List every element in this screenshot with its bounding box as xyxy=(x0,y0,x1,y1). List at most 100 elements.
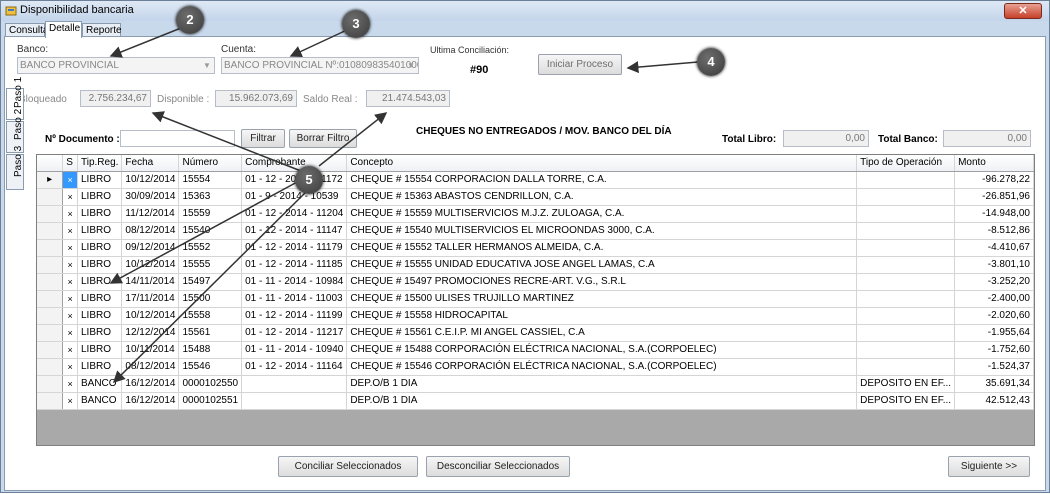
cell-concepto: CHEQUE # 15559 MULTISERVICIOS M.J.Z. ZUL… xyxy=(346,205,858,223)
cell-numero: 15488 xyxy=(178,341,243,359)
table-row[interactable]: × LIBRO 11/12/2014 15559 01 - 12 - 2014 - 11… xyxy=(37,205,1034,223)
cell-tip: LIBRO xyxy=(77,171,123,189)
cell-tipo xyxy=(856,239,956,257)
table-row[interactable]: × LIBRO 30/09/2014 15363 01 - 9 - 2014 - 105… xyxy=(37,188,1034,206)
column-header[interactable]: Tipo de Operación xyxy=(856,155,956,172)
cell-s[interactable]: × xyxy=(62,273,78,291)
iniciar-proceso-button[interactable]: Iniciar Proceso xyxy=(538,54,622,75)
column-header[interactable]: Comprobante xyxy=(241,155,348,172)
column-header[interactable]: Tip.Reg. xyxy=(77,155,123,172)
annotation-marker: 5 xyxy=(295,166,323,194)
close-button[interactable]: ✕ xyxy=(1004,3,1042,19)
desconciliar-seleccionados-button[interactable]: Desconciliar Seleccionados xyxy=(426,456,570,477)
cell-concepto: CHEQUE # 15363 ABASTOS CENDRILLON, C.A. xyxy=(346,188,858,206)
tab-paso-3[interactable]: Paso 3 xyxy=(6,146,24,190)
cell-s[interactable]: × xyxy=(62,324,78,342)
table-row[interactable]: × BANCO 16/12/2014 0000102550 DEP.O/B 1 DIA D… xyxy=(37,375,1034,393)
documento-input[interactable] xyxy=(120,130,235,147)
table-row[interactable]: ▸ × LIBRO 10/12/2014 15554 01 - 12 - 2014 - 1… xyxy=(37,171,1034,189)
table-row[interactable]: × LIBRO 14/11/2014 15497 01 - 11 - 2014 - 10… xyxy=(37,273,1034,291)
row-header[interactable] xyxy=(37,324,64,342)
total-banco-label: Total Banco: xyxy=(878,134,938,145)
cell-numero: 15558 xyxy=(178,307,243,325)
cell-s[interactable]: × xyxy=(62,171,78,189)
row-header[interactable] xyxy=(37,222,64,240)
cell-s[interactable]: × xyxy=(62,222,78,240)
row-header[interactable] xyxy=(37,392,64,410)
cell-s[interactable]: × xyxy=(62,239,78,257)
banco-select-value: BANCO PROVINCIAL xyxy=(20,60,119,71)
cell-concepto: CHEQUE # 15561 C.E.I.P. MI ANGEL CASSIEL… xyxy=(346,324,858,342)
cell-comp: 01 - 12 - 2014 - 11147 xyxy=(241,222,348,240)
row-pointer-icon[interactable]: ▸ xyxy=(37,171,64,189)
row-header[interactable] xyxy=(37,375,64,393)
tab-paso-2-label: Paso 2 xyxy=(13,108,24,140)
cell-tip: LIBRO xyxy=(77,205,123,223)
row-header[interactable] xyxy=(37,188,64,206)
banco-select[interactable]: BANCO PROVINCIAL ▼ xyxy=(17,57,215,74)
filtrar-button[interactable]: Filtrar xyxy=(241,129,285,148)
tab-paso-1-label: Paso 1 xyxy=(13,76,24,108)
cell-s[interactable]: × xyxy=(62,256,78,274)
conciliar-seleccionados-button[interactable]: Conciliar Seleccionados xyxy=(278,456,418,477)
cell-tipo xyxy=(856,307,956,325)
column-header[interactable]: Fecha xyxy=(121,155,180,172)
row-header-corner xyxy=(37,155,64,172)
cell-tipo xyxy=(856,256,956,274)
cell-s[interactable]: × xyxy=(62,341,78,359)
table-row[interactable]: × LIBRO 08/12/2014 15540 01 - 12 - 2014 - 11… xyxy=(37,222,1034,240)
tab-reporte[interactable]: Reporte xyxy=(82,23,122,37)
column-header[interactable]: Monto xyxy=(954,155,1034,172)
section-title: CHEQUES NO ENTREGADOS / MOV. BANCO DEL D… xyxy=(416,126,672,137)
cell-s[interactable]: × xyxy=(62,358,78,376)
cell-fecha: 11/12/2014 xyxy=(121,205,180,223)
cell-s[interactable]: × xyxy=(62,205,78,223)
cell-s[interactable]: × xyxy=(62,188,78,206)
cell-tip: LIBRO xyxy=(77,341,123,359)
cell-comp: 01 - 11 - 2014 - 10940 xyxy=(241,341,348,359)
cell-s[interactable]: × xyxy=(62,290,78,308)
row-header[interactable] xyxy=(37,341,64,359)
column-header[interactable]: Número xyxy=(178,155,243,172)
cell-s[interactable]: × xyxy=(62,375,78,393)
tab-detalle[interactable]: Detalle xyxy=(45,21,82,38)
row-header[interactable] xyxy=(37,358,64,376)
cell-monto: -1.752,60 xyxy=(954,341,1034,359)
row-header[interactable] xyxy=(37,205,64,223)
cell-numero: 0000102550 xyxy=(178,375,243,393)
table-row[interactable]: × BANCO 16/12/2014 0000102551 DEP.O/B 1 DIA D… xyxy=(37,392,1034,410)
app-icon xyxy=(5,6,17,16)
table-row[interactable]: × LIBRO 09/12/2014 15552 01 - 12 - 2014 - 11… xyxy=(37,239,1034,257)
row-header[interactable] xyxy=(37,307,64,325)
disponible-label: Disponible : xyxy=(157,94,210,105)
cell-s[interactable]: × xyxy=(62,307,78,325)
column-header[interactable]: Concepto xyxy=(346,155,858,172)
cuenta-select[interactable]: BANCO PROVINCIAL Nº:01080983540100000? ▼ xyxy=(221,57,419,74)
row-header[interactable] xyxy=(37,239,64,257)
cell-tipo xyxy=(856,188,956,206)
cell-fecha: 16/12/2014 xyxy=(121,392,180,410)
row-header[interactable] xyxy=(37,273,64,291)
cell-comp: 01 - 12 - 2014 - 11217 xyxy=(241,324,348,342)
tab-consulta[interactable]: Consulta xyxy=(5,23,48,37)
table-row[interactable]: × LIBRO 10/12/2014 15555 01 - 12 - 2014 - 11… xyxy=(37,256,1034,274)
cell-comp xyxy=(241,392,348,410)
column-header[interactable]: S xyxy=(62,155,78,172)
cell-monto: -96.278,22 xyxy=(954,171,1034,189)
row-header[interactable] xyxy=(37,256,64,274)
table-row[interactable]: × LIBRO 10/11/2014 15488 01 - 11 - 2014 - 10… xyxy=(37,341,1034,359)
table-row[interactable]: × LIBRO 17/11/2014 15500 01 - 11 - 2014 - 11… xyxy=(37,290,1034,308)
cell-fecha: 12/12/2014 xyxy=(121,324,180,342)
borrar-filtro-button[interactable]: Borrar Filtro xyxy=(289,129,357,148)
table-row[interactable]: × LIBRO 12/12/2014 15561 01 - 12 - 2014 - 11… xyxy=(37,324,1034,342)
cell-s[interactable]: × xyxy=(62,392,78,410)
table-row[interactable]: × LIBRO 10/12/2014 15558 01 - 12 - 2014 - 11… xyxy=(37,307,1034,325)
table-row[interactable]: × LIBRO 08/12/2014 15546 01 - 12 - 2014 - 11… xyxy=(37,358,1034,376)
cell-monto: -3.801,10 xyxy=(954,256,1034,274)
row-header[interactable] xyxy=(37,290,64,308)
cuenta-select-value: BANCO PROVINCIAL Nº:01080983540100000? xyxy=(224,60,419,71)
cell-tip: LIBRO xyxy=(77,290,123,308)
cell-comp: 01 - 12 - 2014 - 11185 xyxy=(241,256,348,274)
siguiente-button[interactable]: Siguiente >> xyxy=(948,456,1030,477)
cell-tip: LIBRO xyxy=(77,256,123,274)
